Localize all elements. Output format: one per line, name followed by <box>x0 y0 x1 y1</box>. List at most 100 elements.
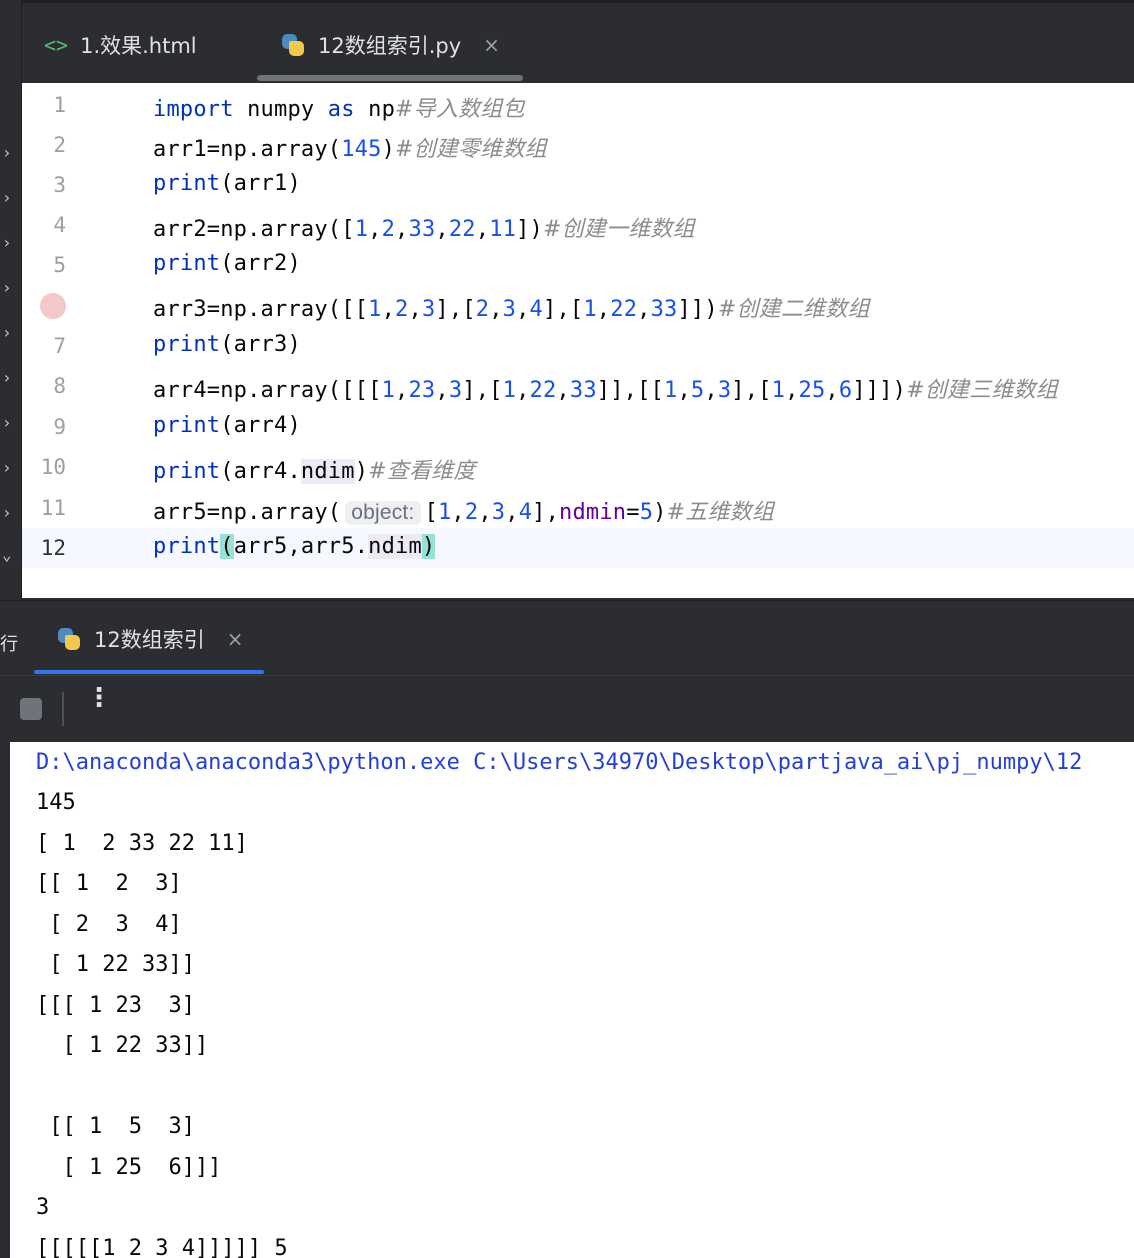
comment: #导入数组包 <box>395 97 525 122</box>
comment: #查看维度 <box>368 459 476 484</box>
project-tree-strip: › › › › › › › › › ⌄ <box>0 83 21 598</box>
close-icon[interactable]: × <box>483 33 500 57</box>
code-token: (arr2) <box>220 251 301 276</box>
run-tab[interactable]: 12数组索引 × <box>56 622 244 656</box>
number-literal: 25 <box>798 378 826 403</box>
number-literal: 1 <box>583 297 597 322</box>
code-token: , <box>395 217 409 242</box>
code-token: ],[ <box>543 297 584 322</box>
keyword: as <box>327 97 355 122</box>
chevron-down-icon[interactable]: ⌄ <box>2 545 12 564</box>
close-icon[interactable]: × <box>227 627 244 651</box>
chevron-right-icon[interactable]: › <box>2 503 12 522</box>
code-token: arr5=np.array( <box>153 500 342 525</box>
code-token: ]) <box>516 217 543 242</box>
line-number: 7 <box>53 334 66 358</box>
code-line[interactable]: 2 arr1=np.array(145)#创建零维数组 <box>22 125 1134 165</box>
code-text[interactable]: print(arr4.ndim)#查看维度 <box>153 453 476 485</box>
code-text[interactable]: arr2=np.array([1,2,33,22,11])#创建一维数组 <box>153 211 695 243</box>
code-token: (arr4. <box>220 459 301 484</box>
code-token: , <box>556 378 570 403</box>
code-line[interactable]: 9 print(arr4) <box>22 407 1134 447</box>
number-literal: 1 <box>437 500 452 525</box>
number-literal: 1 <box>354 217 369 242</box>
chevron-right-icon[interactable]: › <box>2 188 12 207</box>
code-text[interactable]: print(arr2) <box>153 251 301 276</box>
code-token: ) <box>354 459 369 484</box>
code-line[interactable]: arr3=np.array([[1,2,3],[2,3,4],[1,22,33]… <box>22 285 1134 325</box>
run-sidebar-label: 行 <box>0 634 18 655</box>
comment: #创建零维数组 <box>395 137 547 162</box>
chevron-right-icon[interactable]: › <box>2 368 12 387</box>
builtin-function: print <box>153 413 221 438</box>
code-line[interactable]: 3 print(arr1) <box>22 165 1134 205</box>
line-number: 10 <box>40 455 66 479</box>
number-literal: 22 <box>529 378 557 403</box>
code-line[interactable]: 1 import numpy as np#导入数组包 <box>22 85 1134 125</box>
builtin-function: print <box>153 534 221 559</box>
code-text[interactable]: arr5=np.array(object: [1,2,3,4],ndmin=5)#… <box>153 494 774 526</box>
code-token: , <box>596 297 611 322</box>
code-text[interactable]: arr3=np.array([[1,2,3],[2,3,4],[1,22,33]… <box>153 291 870 323</box>
tab-effect-html[interactable]: <> 1.效果.html <box>44 28 197 62</box>
code-text[interactable]: print(arr3) <box>153 332 301 357</box>
console-line: D:\anaconda\anaconda3\python.exe C:\User… <box>36 750 1083 775</box>
code-token: , <box>478 500 492 525</box>
chevron-right-icon[interactable]: › <box>2 143 12 162</box>
builtin-function: print <box>153 251 221 276</box>
console-line: [ 2 3 4] <box>36 912 182 937</box>
code-line[interactable]: 11 arr5=np.array(object: [1,2,3,4],ndmin=… <box>22 488 1134 528</box>
code-token: ]],[[ <box>596 378 664 403</box>
active-run-tab-indicator <box>34 670 264 674</box>
code-token: , <box>475 217 490 242</box>
number-literal: 4 <box>518 500 533 525</box>
number-literal: 2 <box>395 297 409 322</box>
code-text[interactable]: arr1=np.array(145)#创建零维数组 <box>153 131 547 163</box>
chevron-right-icon[interactable]: › <box>2 323 12 342</box>
code-line[interactable]: 7 print(arr3) <box>22 326 1134 366</box>
code-editor[interactable]: 1 import numpy as np#导入数组包 2 arr1=np.arr… <box>22 83 1134 598</box>
more-options-icon[interactable]: ⋮ <box>86 685 112 711</box>
code-token: , <box>704 378 718 403</box>
code-token: ) <box>653 500 667 525</box>
tab-label: 1.效果.html <box>80 34 197 58</box>
number-literal: 1 <box>381 378 396 403</box>
toolbar-separator <box>62 692 64 726</box>
console-line: [ 1 25 6]]] <box>36 1155 222 1180</box>
code-text[interactable]: print(arr1) <box>153 171 301 196</box>
breakpoint-icon[interactable] <box>40 293 66 319</box>
code-text[interactable]: arr4=np.array([[[1,23,3],[1,22,33]],[[1,… <box>153 372 1058 404</box>
chevron-right-icon[interactable]: › <box>2 413 12 432</box>
line-number: 11 <box>40 496 66 520</box>
code-token: np <box>354 97 396 122</box>
tab-array-index-py[interactable]: 12数组索引.py × <box>280 28 500 62</box>
number-literal: 33 <box>408 217 436 242</box>
code-line[interactable]: 8 arr4=np.array([[[1,23,3],[1,22,33]],[[… <box>22 366 1134 406</box>
code-text[interactable]: print(arr4) <box>153 413 301 438</box>
number-literal: 4 <box>529 297 543 322</box>
code-token: , <box>505 500 519 525</box>
parameter-hint: object: <box>345 501 421 525</box>
python-icon <box>280 32 306 58</box>
number-literal: 22 <box>448 217 476 242</box>
code-line[interactable]: 4 arr2=np.array([1,2,33,22,11])#创建一维数组 <box>22 205 1134 245</box>
comment: #创建三维数组 <box>906 378 1058 403</box>
code-token: , <box>516 297 530 322</box>
console-output[interactable]: D:\anaconda\anaconda3\python.exe C:\User… <box>10 742 1134 1258</box>
code-token: , <box>435 378 449 403</box>
brace-match-highlight: ) <box>421 534 436 559</box>
code-text[interactable]: print(arr5,arr5.ndim) <box>153 534 436 559</box>
code-text[interactable]: import numpy as np#导入数组包 <box>153 91 525 123</box>
stop-icon[interactable] <box>20 698 42 720</box>
code-line[interactable]: 5 print(arr2) <box>22 245 1134 285</box>
chevron-right-icon[interactable]: › <box>2 233 12 252</box>
number-literal: 5 <box>690 378 705 403</box>
code-line[interactable]: 10 print(arr4.ndim)#查看维度 <box>22 447 1134 487</box>
number-literal: 33 <box>569 378 597 403</box>
line-number: 1 <box>53 93 66 117</box>
chevron-right-icon[interactable]: › <box>2 458 12 477</box>
code-token: , <box>381 297 396 322</box>
code-line-current[interactable]: 12 print(arr5,arr5.ndim) <box>22 528 1134 568</box>
console-line: 145 <box>36 790 76 815</box>
chevron-right-icon[interactable]: › <box>2 278 12 297</box>
